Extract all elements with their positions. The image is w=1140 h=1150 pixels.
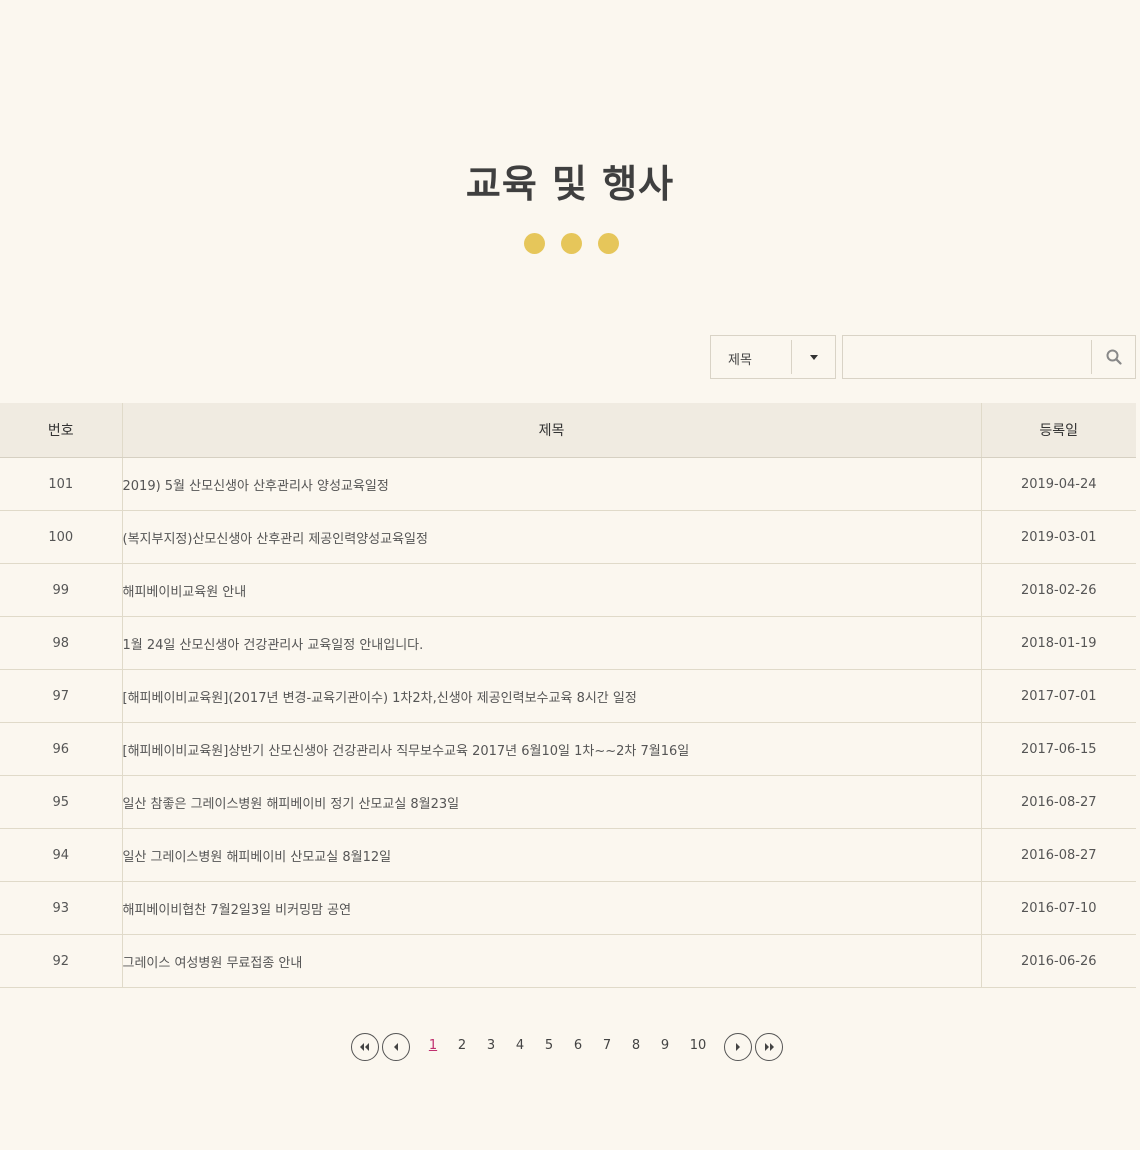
row-date: 2016-07-10 <box>981 881 1136 935</box>
post-title-link[interactable]: 2019) 5월 산모신생아 산후관리사 양성교육일정 <box>123 479 389 494</box>
row-number: 100 <box>0 510 122 564</box>
table-row: 101 2019) 5월 산모신생아 산후관리사 양성교육일정 2019-04-24 <box>0 457 1136 511</box>
table-row: 93 해피베이비협찬 7월2일3일 비커밍맘 공연 2016-07-10 <box>0 881 1136 935</box>
row-title-cell: 2019) 5월 산모신생아 산후관리사 양성교육일정 <box>121 457 982 511</box>
row-title-cell: 일산 참좋은 그레이스병원 해피베이비 정기 산모교실 8월23일 <box>121 775 982 829</box>
double-chevron-left-icon <box>360 1043 369 1051</box>
row-title-cell: [해피베이비교육원](2017년 변경-교육기관이수) 1차2차,신생아 제공인… <box>121 669 982 723</box>
search-icon <box>1106 349 1122 365</box>
row-number: 101 <box>0 457 122 511</box>
search-area: 제목 <box>710 335 1136 379</box>
page-link-5[interactable]: 5 <box>537 1038 561 1053</box>
column-header-date: 등록일 <box>981 403 1136 458</box>
page-link-6[interactable]: 6 <box>566 1038 590 1053</box>
row-date: 2019-03-01 <box>981 510 1136 564</box>
post-title-link[interactable]: 일산 참좋은 그레이스병원 해피베이비 정기 산모교실 8월23일 <box>123 797 460 812</box>
row-number: 98 <box>0 616 122 670</box>
table-row: 98 1월 24일 산모신생아 건강관리사 교육일정 안내입니다. 2018-01-… <box>0 616 1136 670</box>
table-row: 100 (복지부지정)산모신생아 산후관리 제공인력양성교육일정 2019-03-0… <box>0 510 1136 564</box>
dot-icon <box>561 233 582 254</box>
dot-icon <box>598 233 619 254</box>
row-date: 2016-06-26 <box>981 934 1136 988</box>
search-input[interactable] <box>843 336 1089 378</box>
decorative-dots <box>524 233 624 255</box>
page-link-4[interactable]: 4 <box>508 1038 532 1053</box>
page-link-2[interactable]: 2 <box>450 1038 474 1053</box>
row-date: 2016-08-27 <box>981 775 1136 829</box>
table-row: 96 [해피베이비교육원]상반기 산모신생아 건강관리사 직무보수교육 2017년… <box>0 722 1136 776</box>
row-number: 92 <box>0 934 122 988</box>
post-title-link[interactable]: 그레이스 여성병원 무료접종 안내 <box>123 956 303 971</box>
post-title-link[interactable]: 해피베이비교육원 안내 <box>123 585 247 600</box>
row-number: 99 <box>0 563 122 617</box>
row-number: 97 <box>0 669 122 723</box>
row-number: 93 <box>0 881 122 935</box>
post-title-link[interactable]: 일산 그레이스병원 해피베이비 산모교실 8월12일 <box>123 850 392 865</box>
page-link-8[interactable]: 8 <box>624 1038 648 1053</box>
chevron-right-icon <box>736 1043 740 1051</box>
dot-icon <box>524 233 545 254</box>
prev-page-button[interactable] <box>382 1033 410 1061</box>
column-header-number: 번호 <box>0 403 122 458</box>
page-link-3[interactable]: 3 <box>479 1038 503 1053</box>
chevron-left-icon <box>394 1043 398 1051</box>
post-title-link[interactable]: (복지부지정)산모신생아 산후관리 제공인력양성교육일정 <box>123 532 428 547</box>
table-row: 97 [해피베이비교육원](2017년 변경-교육기관이수) 1차2차,신생아 제… <box>0 669 1136 723</box>
last-page-button[interactable] <box>755 1033 783 1061</box>
pagination: 1 2 3 4 5 6 7 8 9 10 <box>0 1033 1140 1063</box>
post-title-link[interactable]: 1월 24일 산모신생아 건강관리사 교육일정 안내입니다. <box>123 638 424 653</box>
row-number: 94 <box>0 828 122 882</box>
row-title-cell: 그레이스 여성병원 무료접종 안내 <box>121 934 982 988</box>
row-number: 96 <box>0 722 122 776</box>
row-date: 2018-01-19 <box>981 616 1136 670</box>
row-title-cell: 1월 24일 산모신생아 건강관리사 교육일정 안내입니다. <box>121 616 982 670</box>
page-link-9[interactable]: 9 <box>653 1038 677 1053</box>
select-divider <box>791 340 792 374</box>
row-number: 95 <box>0 775 122 829</box>
post-title-link[interactable]: 해피베이비협찬 7월2일3일 비커밍맘 공연 <box>123 903 352 918</box>
post-title-link[interactable]: [해피베이비교육원](2017년 변경-교육기관이수) 1차2차,신생아 제공인… <box>123 691 637 706</box>
search-field-select[interactable]: 제목 <box>710 335 836 379</box>
row-title-cell: (복지부지정)산모신생아 산후관리 제공인력양성교육일정 <box>121 510 982 564</box>
search-box <box>842 335 1136 379</box>
table-row: 99 해피베이비교육원 안내 2018-02-26 <box>0 563 1136 617</box>
row-title-cell: 해피베이비교육원 안내 <box>121 563 982 617</box>
search-field-selected: 제목 <box>728 353 752 368</box>
row-title-cell: [해피베이비교육원]상반기 산모신생아 건강관리사 직무보수교육 2017년 6… <box>121 722 982 776</box>
table-row: 94 일산 그레이스병원 해피베이비 산모교실 8월12일 2016-08-27 <box>0 828 1136 882</box>
table-header-row: 번호 제목 등록일 <box>0 403 1136 458</box>
page-link-1[interactable]: 1 <box>421 1038 445 1053</box>
row-date: 2018-02-26 <box>981 563 1136 617</box>
double-chevron-right-icon <box>765 1043 774 1051</box>
row-date: 2017-06-15 <box>981 722 1136 776</box>
row-title-cell: 일산 그레이스병원 해피베이비 산모교실 8월12일 <box>121 828 982 882</box>
row-date: 2016-08-27 <box>981 828 1136 882</box>
row-date: 2017-07-01 <box>981 669 1136 723</box>
next-page-button[interactable] <box>724 1033 752 1061</box>
table-row: 95 일산 참좋은 그레이스병원 해피베이비 정기 산모교실 8월23일 2016-… <box>0 775 1136 829</box>
search-divider <box>1091 340 1092 374</box>
column-header-title: 제목 <box>121 403 982 458</box>
page-link-7[interactable]: 7 <box>595 1038 619 1053</box>
page-link-10[interactable]: 10 <box>686 1038 710 1053</box>
row-title-cell: 해피베이비협찬 7월2일3일 비커밍맘 공연 <box>121 881 982 935</box>
first-page-button[interactable] <box>351 1033 379 1061</box>
post-title-link[interactable]: [해피베이비교육원]상반기 산모신생아 건강관리사 직무보수교육 2017년 6… <box>123 744 690 759</box>
table-row: 92 그레이스 여성병원 무료접종 안내 2016-06-26 <box>0 934 1136 988</box>
page-title: 교육 및 행사 <box>465 162 675 207</box>
search-button[interactable] <box>1093 336 1135 378</box>
row-date: 2019-04-24 <box>981 457 1136 511</box>
board-table: 번호 제목 등록일 101 2019) 5월 산모신생아 산후관리사 양성교육일정… <box>0 403 1136 988</box>
caret-down-icon <box>810 355 818 360</box>
